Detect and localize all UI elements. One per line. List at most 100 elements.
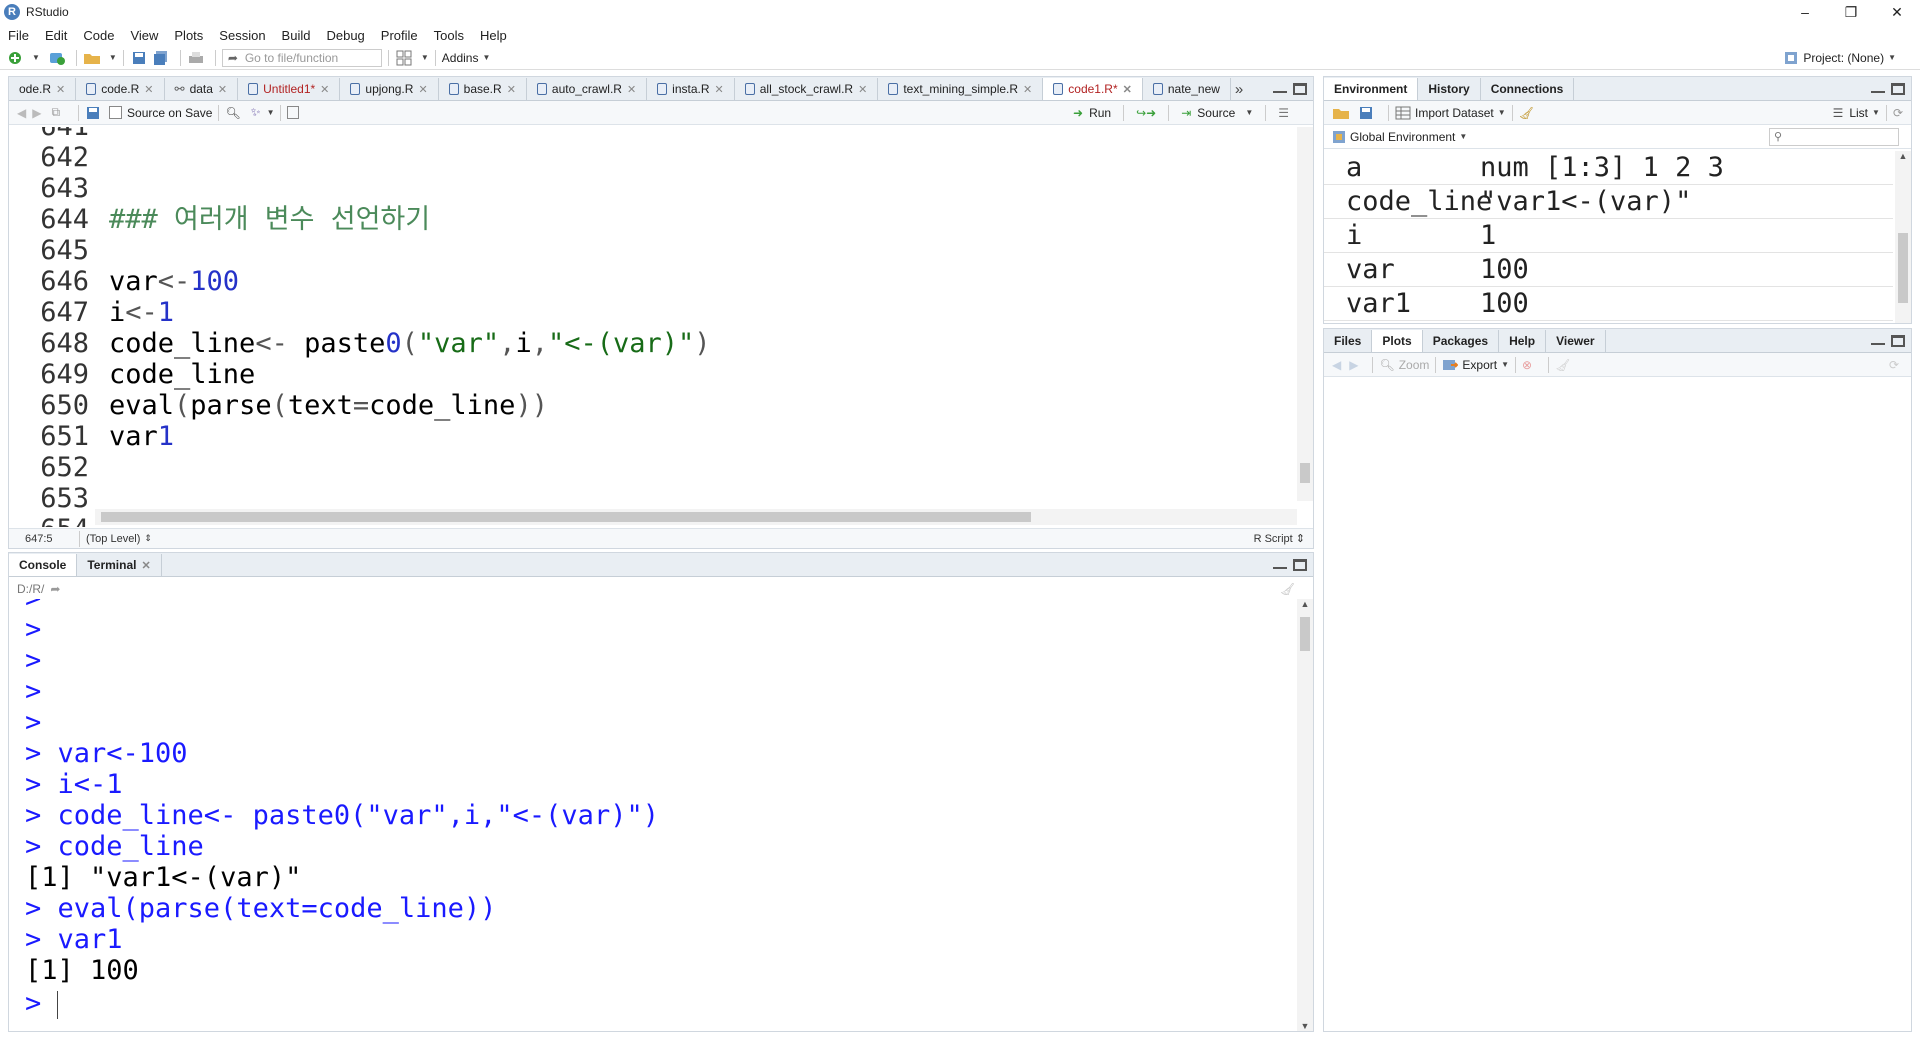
view-mode-dropdown-icon[interactable]: ▼: [1872, 108, 1880, 117]
menu-profile[interactable]: Profile: [381, 28, 418, 43]
minimize-button[interactable]: –: [1782, 0, 1828, 24]
project-menu[interactable]: Project: (None) ▼: [1783, 50, 1896, 66]
console-output[interactable]: > > > > > > var<-100 > i<-1 > code_line<…: [9, 599, 1297, 1031]
tab-files[interactable]: Files: [1324, 330, 1373, 352]
editor-tab-active[interactable]: code1.R* ✕: [1043, 78, 1143, 100]
load-workspace-icon[interactable]: [1332, 105, 1350, 121]
clear-workspace-broom-icon[interactable]: 🧹︎: [1519, 106, 1534, 120]
env-row[interactable]: code_line "var1<-(var)": [1324, 185, 1893, 219]
env-row[interactable]: var 100: [1324, 253, 1893, 287]
scope-dropdown-icon[interactable]: ⇕: [144, 533, 152, 544]
close-tab-icon[interactable]: ✕: [418, 83, 427, 96]
rerun-icon[interactable]: ↪➜: [1136, 106, 1156, 120]
close-tab-icon[interactable]: ✕: [507, 83, 516, 96]
editor-tab[interactable]: auto_crawl.R ✕: [527, 78, 648, 100]
export-dropdown-icon[interactable]: ▼: [1501, 360, 1509, 369]
maximize-pane-icon[interactable]: [1293, 82, 1307, 95]
save-all-icon[interactable]: [152, 49, 170, 67]
editor-horizontal-scrollbar[interactable]: [95, 509, 1297, 525]
open-file-icon[interactable]: [83, 49, 101, 67]
view-mode-select[interactable]: List: [1849, 106, 1868, 120]
menu-session[interactable]: Session: [219, 28, 265, 43]
forward-arrow-icon[interactable]: ▶: [32, 106, 41, 120]
close-tab-icon[interactable]: ✕: [1023, 83, 1032, 96]
tab-history[interactable]: History: [1418, 78, 1481, 100]
close-tab-icon[interactable]: ✕: [858, 83, 867, 96]
scroll-thumb[interactable]: [1300, 463, 1310, 483]
editor-tab[interactable]: code.R ✕: [76, 78, 165, 100]
scroll-thumb[interactable]: [101, 512, 1031, 522]
run-button[interactable]: Run: [1089, 106, 1111, 120]
clear-plots-broom-icon[interactable]: 🧹︎: [1555, 358, 1570, 372]
compile-report-icon[interactable]: [287, 106, 300, 119]
editor-tab[interactable]: Untitled1* ✕: [238, 78, 341, 100]
editor-tab[interactable]: ode.R ✕: [9, 78, 77, 100]
scroll-down-icon[interactable]: ▼: [1297, 1021, 1313, 1031]
tab-console[interactable]: Console: [9, 554, 78, 576]
editor-vertical-scrollbar[interactable]: [1297, 127, 1313, 501]
code-tools-dropdown-icon[interactable]: ▼: [267, 108, 275, 117]
scroll-up-icon[interactable]: ▲: [1297, 599, 1313, 609]
maximize-pane-icon[interactable]: [1891, 82, 1905, 95]
close-tab-icon[interactable]: ✕: [56, 83, 65, 96]
search-icon[interactable]: 🔍︎: [225, 106, 240, 120]
scroll-thumb[interactable]: [1300, 617, 1310, 651]
tab-connections[interactable]: Connections: [1481, 78, 1575, 100]
export-button[interactable]: Export: [1462, 358, 1497, 372]
close-tab-icon[interactable]: ✕: [218, 83, 227, 96]
tab-viewer[interactable]: Viewer: [1546, 330, 1606, 352]
menu-tools[interactable]: Tools: [434, 28, 464, 43]
editor-tab[interactable]: upjong.R ✕: [340, 78, 439, 100]
editor-tab[interactable]: text_mining_simple.R ✕: [878, 78, 1044, 100]
clear-console-broom-icon[interactable]: 🧹︎: [1280, 582, 1295, 596]
close-tab-icon[interactable]: ✕: [715, 83, 724, 96]
env-row[interactable]: a num [1:3] 1 2 3: [1324, 151, 1893, 185]
close-tab-icon[interactable]: ✕: [320, 83, 329, 96]
code-tools-wand-icon[interactable]: ✨︎: [251, 105, 261, 120]
save-file-icon[interactable]: [85, 105, 101, 121]
zoom-button[interactable]: Zoom: [1399, 358, 1430, 372]
scroll-thumb[interactable]: [1898, 233, 1908, 303]
tab-terminal[interactable]: Terminal ✕: [77, 554, 162, 576]
go-to-directory-icon[interactable]: ➦: [50, 582, 60, 596]
minimize-pane-icon[interactable]: [1871, 335, 1885, 345]
restore-button[interactable]: ❐: [1828, 0, 1874, 24]
editor-tab[interactable]: insta.R ✕: [647, 78, 735, 100]
source-dropdown-icon[interactable]: ▼: [1245, 108, 1253, 117]
close-tab-icon[interactable]: ✕: [144, 83, 153, 96]
environment-search-input[interactable]: ⚲: [1769, 127, 1899, 146]
minimize-pane-icon[interactable]: [1273, 83, 1287, 93]
new-file-icon[interactable]: [6, 49, 24, 67]
addins-dropdown-icon[interactable]: ▼: [482, 53, 490, 62]
editor-tab[interactable]: nate_new: [1143, 78, 1231, 100]
editor-tab[interactable]: ⚯ data ✕: [165, 78, 239, 100]
maximize-pane-icon[interactable]: [1293, 558, 1307, 571]
menu-view[interactable]: View: [130, 28, 158, 43]
more-tabs-button[interactable]: »: [1231, 81, 1247, 100]
tab-plots[interactable]: Plots: [1372, 330, 1423, 352]
editor-tab[interactable]: all_stock_crawl.R ✕: [735, 78, 879, 100]
maximize-pane-icon[interactable]: [1891, 334, 1905, 347]
tab-packages[interactable]: Packages: [1423, 330, 1500, 352]
import-dataset-dropdown-icon[interactable]: ▼: [1498, 108, 1506, 117]
pane-layout-dropdown-icon[interactable]: ▼: [421, 53, 429, 62]
refresh-icon[interactable]: ⟳: [1893, 106, 1903, 120]
save-workspace-icon[interactable]: [1358, 105, 1374, 121]
show-in-window-icon[interactable]: ⧉: [51, 105, 60, 120]
scope-selector[interactable]: (Top Level): [86, 533, 140, 545]
console-vertical-scrollbar[interactable]: ▲ ▼: [1297, 599, 1313, 1031]
save-icon[interactable]: [130, 49, 148, 67]
tab-help[interactable]: Help: [1499, 330, 1547, 352]
addins-button[interactable]: Addins: [442, 51, 479, 65]
menu-code[interactable]: Code: [83, 28, 114, 43]
new-project-icon[interactable]: [48, 49, 66, 67]
close-window-button[interactable]: ✕: [1874, 0, 1920, 24]
pane-layout-icon[interactable]: [395, 49, 413, 67]
remove-plot-icon[interactable]: ⊗: [1522, 358, 1532, 372]
minimize-pane-icon[interactable]: [1871, 83, 1885, 93]
env-row[interactable]: var1 100: [1324, 287, 1893, 321]
menu-help[interactable]: Help: [480, 28, 507, 43]
environment-vertical-scrollbar[interactable]: ▲: [1895, 151, 1911, 323]
scope-dropdown-icon[interactable]: ▼: [1459, 132, 1467, 141]
close-tab-icon[interactable]: ✕: [627, 83, 636, 96]
